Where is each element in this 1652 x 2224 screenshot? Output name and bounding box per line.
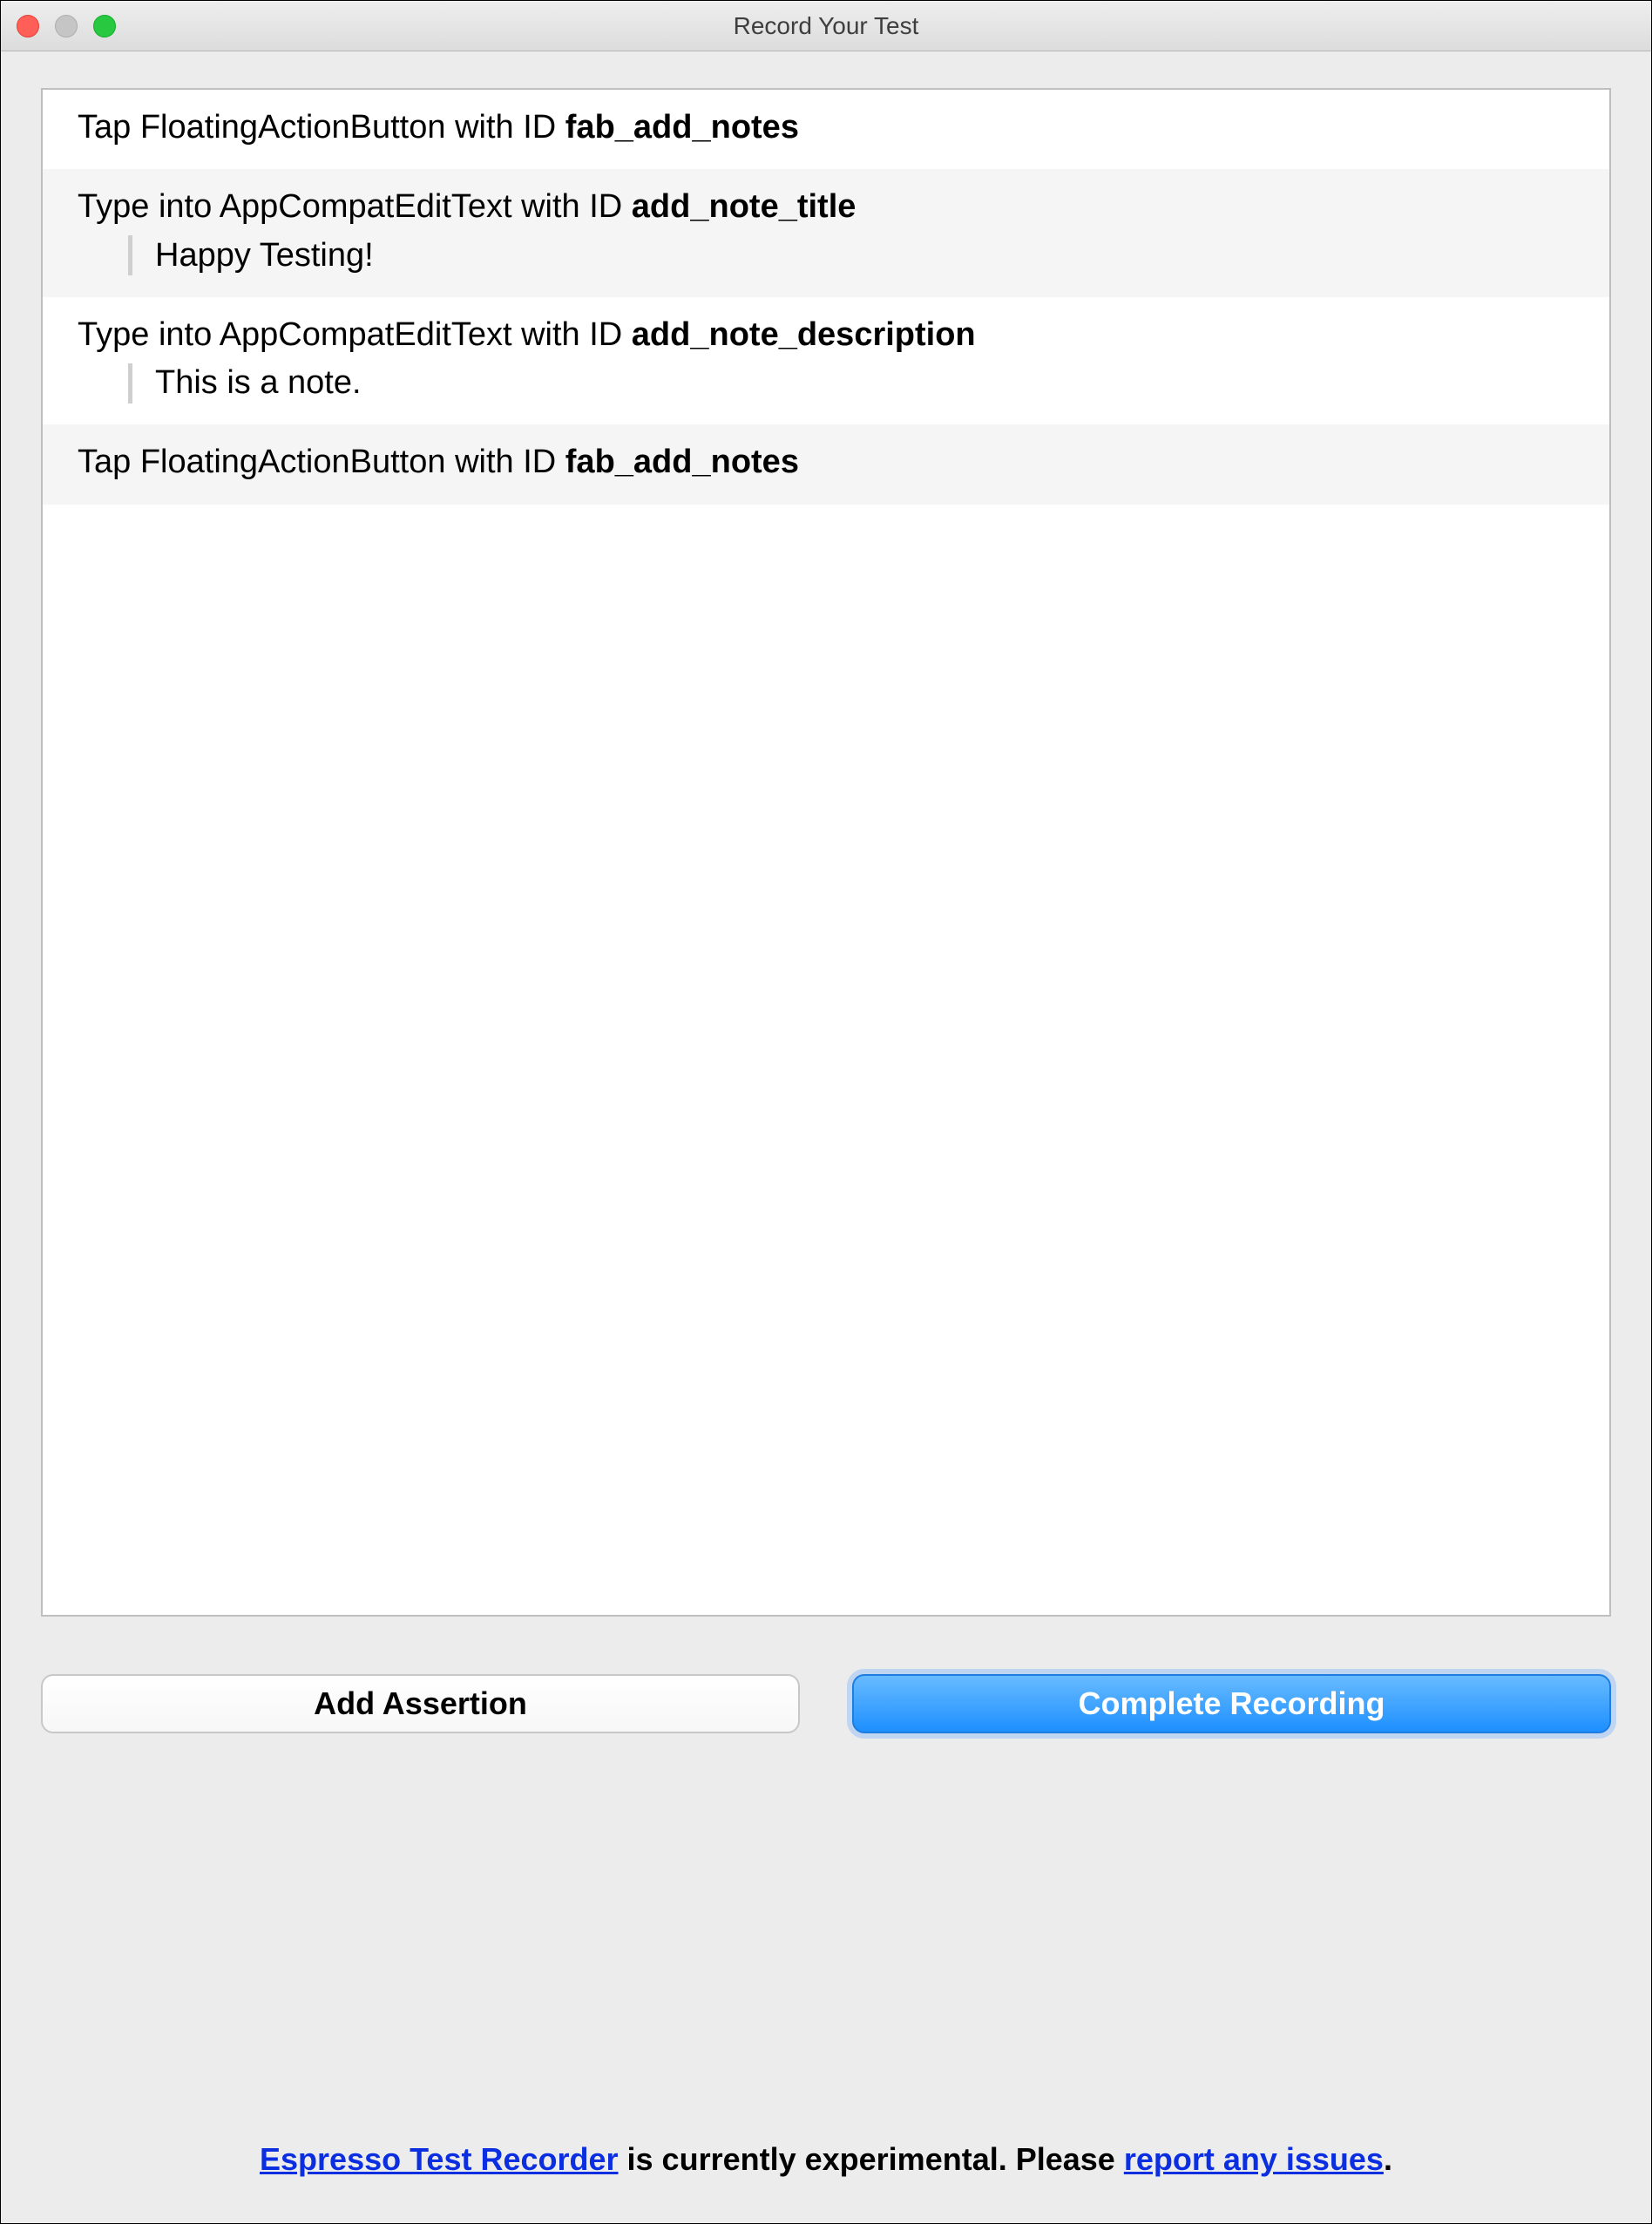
minimize-icon[interactable]: [55, 15, 78, 37]
maximize-icon[interactable]: [93, 15, 116, 37]
vertical-bar-icon: [128, 363, 132, 403]
step-id: add_note_title: [632, 188, 856, 225]
recorded-step[interactable]: Type into AppCompatEditText with ID add_…: [43, 169, 1609, 297]
footer-middle: is currently experimental. Please: [619, 2141, 1124, 2177]
step-action: Tap: [78, 109, 131, 146]
footer-end: .: [1384, 2141, 1392, 2177]
recorded-step[interactable]: Tap FloatingActionButton with ID fab_add…: [43, 424, 1609, 504]
step-widget: AppCompatEditText: [220, 188, 512, 225]
step-value-text: Happy Testing!: [155, 234, 374, 278]
step-input-value: This is a note.: [78, 361, 1574, 405]
action-buttons: Add Assertion Complete Recording: [41, 1617, 1611, 1733]
report-issues-link[interactable]: report any issues: [1124, 2141, 1384, 2177]
espresso-recorder-link[interactable]: Espresso Test Recorder: [260, 2141, 619, 2177]
recorded-step[interactable]: Type into AppCompatEditText with ID add_…: [43, 297, 1609, 425]
footer: Espresso Test Recorder is currently expe…: [1, 1740, 1651, 2223]
step-value-text: This is a note.: [155, 361, 362, 405]
step-id: fab_add_notes: [565, 109, 799, 146]
step-widget: AppCompatEditText: [220, 316, 512, 353]
window-controls: [17, 15, 116, 37]
recorded-step[interactable]: Tap FloatingActionButton with ID fab_add…: [43, 90, 1609, 169]
window-titlebar: Record Your Test: [1, 1, 1651, 51]
step-id: fab_add_notes: [565, 444, 799, 480]
step-action: Type into: [78, 188, 212, 225]
close-icon[interactable]: [17, 15, 39, 37]
step-input-value: Happy Testing!: [78, 234, 1574, 278]
step-action: Tap: [78, 444, 131, 480]
window-title: Record Your Test: [1, 12, 1651, 40]
step-action: Type into: [78, 316, 212, 353]
recorded-steps-list: Tap FloatingActionButton with ID fab_add…: [41, 88, 1611, 1617]
complete-recording-button[interactable]: Complete Recording: [852, 1674, 1611, 1733]
vertical-bar-icon: [128, 235, 132, 275]
footer-text: Espresso Test Recorder is currently expe…: [260, 2141, 1392, 2178]
step-widget: FloatingActionButton: [140, 109, 446, 146]
step-widget: FloatingActionButton: [140, 444, 446, 480]
step-id: add_note_description: [632, 316, 976, 353]
add-assertion-button[interactable]: Add Assertion: [41, 1674, 800, 1733]
